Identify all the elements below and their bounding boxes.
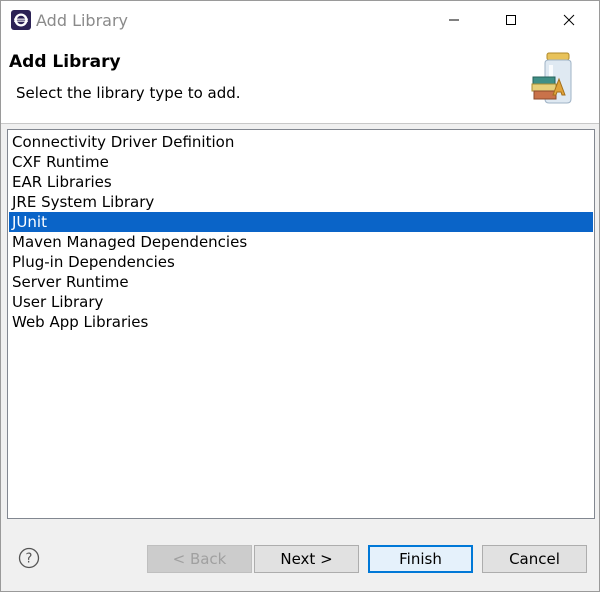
- minimize-icon: [449, 19, 459, 21]
- list-item[interactable]: Connectivity Driver Definition: [9, 132, 593, 152]
- wizard-header: Add Library Select the library type to a…: [1, 39, 599, 123]
- list-item[interactable]: Maven Managed Dependencies: [9, 232, 593, 252]
- next-button[interactable]: Next >: [254, 545, 359, 573]
- page-description: Select the library type to add.: [16, 84, 241, 102]
- back-button[interactable]: < Back: [147, 545, 252, 573]
- list-item[interactable]: EAR Libraries: [9, 172, 593, 192]
- close-icon: [563, 14, 575, 26]
- eclipse-app-icon: [11, 10, 31, 30]
- svg-text:?: ?: [26, 552, 33, 567]
- header-divider: [1, 123, 599, 124]
- library-type-list[interactable]: Connectivity Driver Definition CXF Runti…: [7, 129, 595, 519]
- add-library-dialog: Add Library Add Library Select the libra…: [0, 0, 600, 592]
- list-item-selected[interactable]: JUnit: [9, 212, 593, 232]
- maximize-icon: [506, 15, 516, 25]
- list-item[interactable]: CXF Runtime: [9, 152, 593, 172]
- window-title: Add Library: [36, 11, 129, 30]
- cancel-button[interactable]: Cancel: [482, 545, 587, 573]
- maximize-button[interactable]: [488, 1, 534, 39]
- library-jar-icon: [531, 52, 572, 104]
- title-bar: Add Library: [1, 1, 599, 39]
- list-item[interactable]: Server Runtime: [9, 272, 593, 292]
- close-button[interactable]: [546, 1, 592, 39]
- list-item[interactable]: User Library: [9, 292, 593, 312]
- list-item[interactable]: Plug-in Dependencies: [9, 252, 593, 272]
- help-icon[interactable]: ?: [18, 547, 40, 569]
- list-item[interactable]: JRE System Library: [9, 192, 593, 212]
- page-title: Add Library: [9, 52, 121, 72]
- finish-button[interactable]: Finish: [368, 545, 473, 573]
- list-item[interactable]: Web App Libraries: [9, 312, 593, 332]
- minimize-button[interactable]: [431, 1, 477, 39]
